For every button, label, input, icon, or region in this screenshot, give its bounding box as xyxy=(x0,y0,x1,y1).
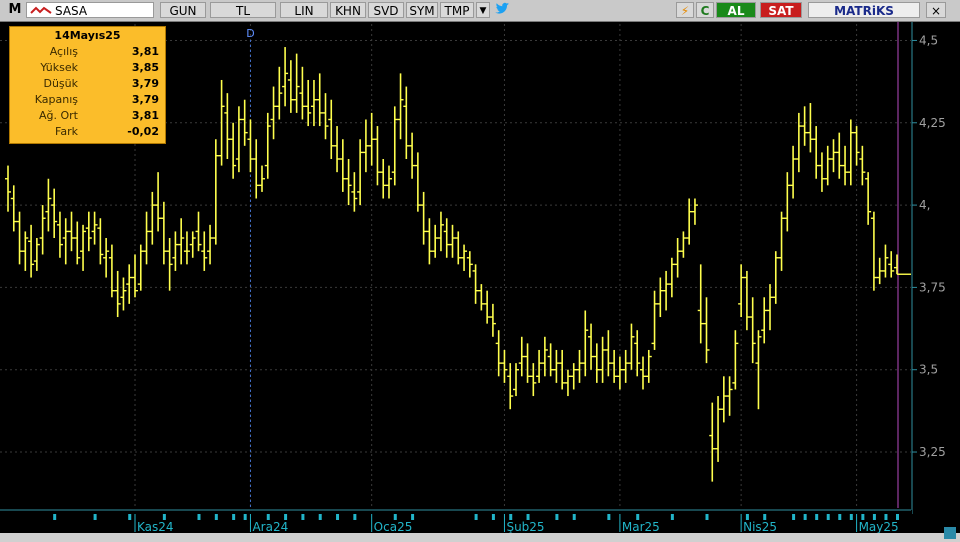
x-axis-marker xyxy=(826,514,830,520)
month-label: Oca25 xyxy=(374,520,413,533)
symbol-input[interactable]: SASA xyxy=(26,2,154,18)
chevron-down-icon[interactable]: ▼ xyxy=(476,2,490,18)
twitter-icon[interactable] xyxy=(492,2,512,18)
close-icon[interactable]: × xyxy=(926,2,946,18)
svd-button[interactable]: SVD xyxy=(368,2,404,18)
symbol-text: SASA xyxy=(55,4,88,18)
refresh-button[interactable]: C xyxy=(696,2,714,18)
x-axis-marker xyxy=(705,514,709,520)
x-axis-marker xyxy=(838,514,842,520)
info-row-close: Kapanış 3,79 xyxy=(10,93,165,109)
month-label: Nis25 xyxy=(743,520,777,533)
info-row-diff: Fark -0,02 xyxy=(10,125,165,141)
x-axis-marker xyxy=(128,514,132,520)
ohlc-info-panel: 14Mayıs25 Açılış 3,81 Yüksek 3,85 Düşük … xyxy=(9,26,166,144)
info-label: Ağ. Ort xyxy=(39,109,78,122)
x-axis-marker xyxy=(93,514,97,520)
y-tick-label: 3,25 xyxy=(919,445,946,459)
x-axis-marker xyxy=(243,514,247,520)
info-row-avg: Ağ. Ort 3,81 xyxy=(10,109,165,125)
khn-button[interactable]: KHN xyxy=(330,2,366,18)
info-value: 3,81 xyxy=(131,45,159,58)
info-row-high: Yüksek 3,85 xyxy=(10,61,165,77)
sell-button[interactable]: SAT xyxy=(760,2,802,18)
currency-button[interactable]: TL xyxy=(210,2,276,18)
info-value: -0,02 xyxy=(127,125,159,138)
x-axis-marker xyxy=(572,514,576,520)
bolt-icon[interactable]: ⚡ xyxy=(676,2,694,18)
x-axis-marker xyxy=(670,514,674,520)
app-menu-button[interactable]: M xyxy=(6,2,24,18)
month-label: Şub25 xyxy=(506,520,544,533)
x-axis-marker xyxy=(555,514,559,520)
resize-handle-icon[interactable] xyxy=(944,527,956,539)
scale-button[interactable]: LIN xyxy=(280,2,328,18)
x-axis-marker xyxy=(353,514,357,520)
info-value: 3,81 xyxy=(131,109,159,122)
dividend-label: D xyxy=(246,27,254,40)
x-axis-marker xyxy=(474,514,478,520)
info-date: 14Mayıs25 xyxy=(54,29,121,42)
info-label: Açılış xyxy=(49,45,78,58)
x-axis-marker xyxy=(803,514,807,520)
sasa-logo-icon xyxy=(30,6,52,14)
info-label: Yüksek xyxy=(40,61,78,74)
month-label: Mar25 xyxy=(622,520,660,533)
month-label: Ara24 xyxy=(252,520,288,533)
info-value: 3,85 xyxy=(131,61,159,74)
month-label: May25 xyxy=(859,520,899,533)
twitter-bird-shape xyxy=(495,2,509,14)
matriks-button[interactable]: MATRiKS xyxy=(808,2,920,18)
info-value: 3,79 xyxy=(131,77,159,90)
info-row-open: Açılış 3,81 xyxy=(10,45,165,61)
month-label: Kas24 xyxy=(137,520,174,533)
y-tick-label: 4, xyxy=(919,198,930,212)
period-button[interactable]: GUN xyxy=(160,2,206,18)
x-axis-marker xyxy=(214,514,218,520)
x-axis-marker xyxy=(197,514,201,520)
y-tick-label: 4,25 xyxy=(919,116,946,130)
sym-button[interactable]: SYM xyxy=(406,2,438,18)
y-tick-label: 4,5 xyxy=(919,33,938,47)
x-axis-marker xyxy=(849,514,853,520)
info-label: Düşük xyxy=(43,77,78,90)
x-axis-marker xyxy=(232,514,236,520)
info-label: Fark xyxy=(55,125,78,138)
info-label: Kapanış xyxy=(34,93,78,106)
x-axis-marker xyxy=(336,514,340,520)
y-tick-label: 3,75 xyxy=(919,280,946,294)
buy-button[interactable]: AL xyxy=(716,2,756,18)
y-tick-label: 3,5 xyxy=(919,363,938,377)
x-axis-marker xyxy=(318,514,322,520)
top-toolbar: M SASA GUN TL LIN KHN SVD SYM TMP ▼ ⚡ C … xyxy=(0,0,960,22)
x-axis-marker xyxy=(792,514,796,520)
x-axis-marker xyxy=(607,514,611,520)
x-axis-marker xyxy=(491,514,495,520)
x-axis-marker xyxy=(815,514,819,520)
tmp-button[interactable]: TMP xyxy=(440,2,474,18)
bottom-scrollbar[interactable] xyxy=(0,533,960,542)
info-value: 3,79 xyxy=(131,93,159,106)
x-axis-marker xyxy=(301,514,305,520)
info-row-low: Düşük 3,79 xyxy=(10,77,165,93)
x-axis-marker xyxy=(53,514,57,520)
